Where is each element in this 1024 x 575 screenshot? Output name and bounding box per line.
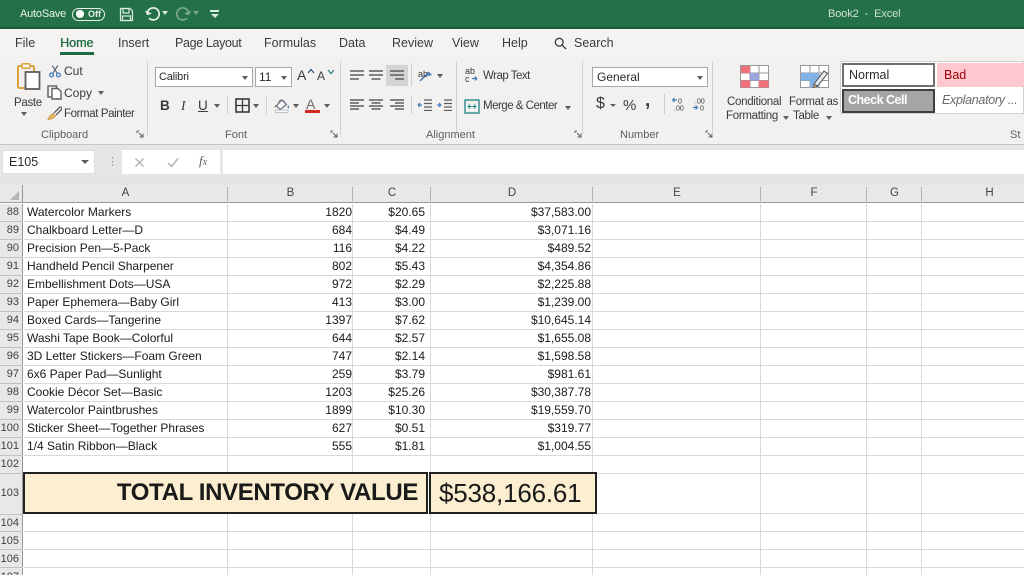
svg-text:0: 0: [678, 99, 682, 106]
svg-text:c: c: [465, 74, 470, 82]
svg-text:.00: .00: [674, 106, 684, 112]
svg-text:0: 0: [700, 106, 704, 112]
svg-text:.00: .00: [695, 99, 705, 106]
svg-text:ab: ab: [418, 69, 428, 79]
